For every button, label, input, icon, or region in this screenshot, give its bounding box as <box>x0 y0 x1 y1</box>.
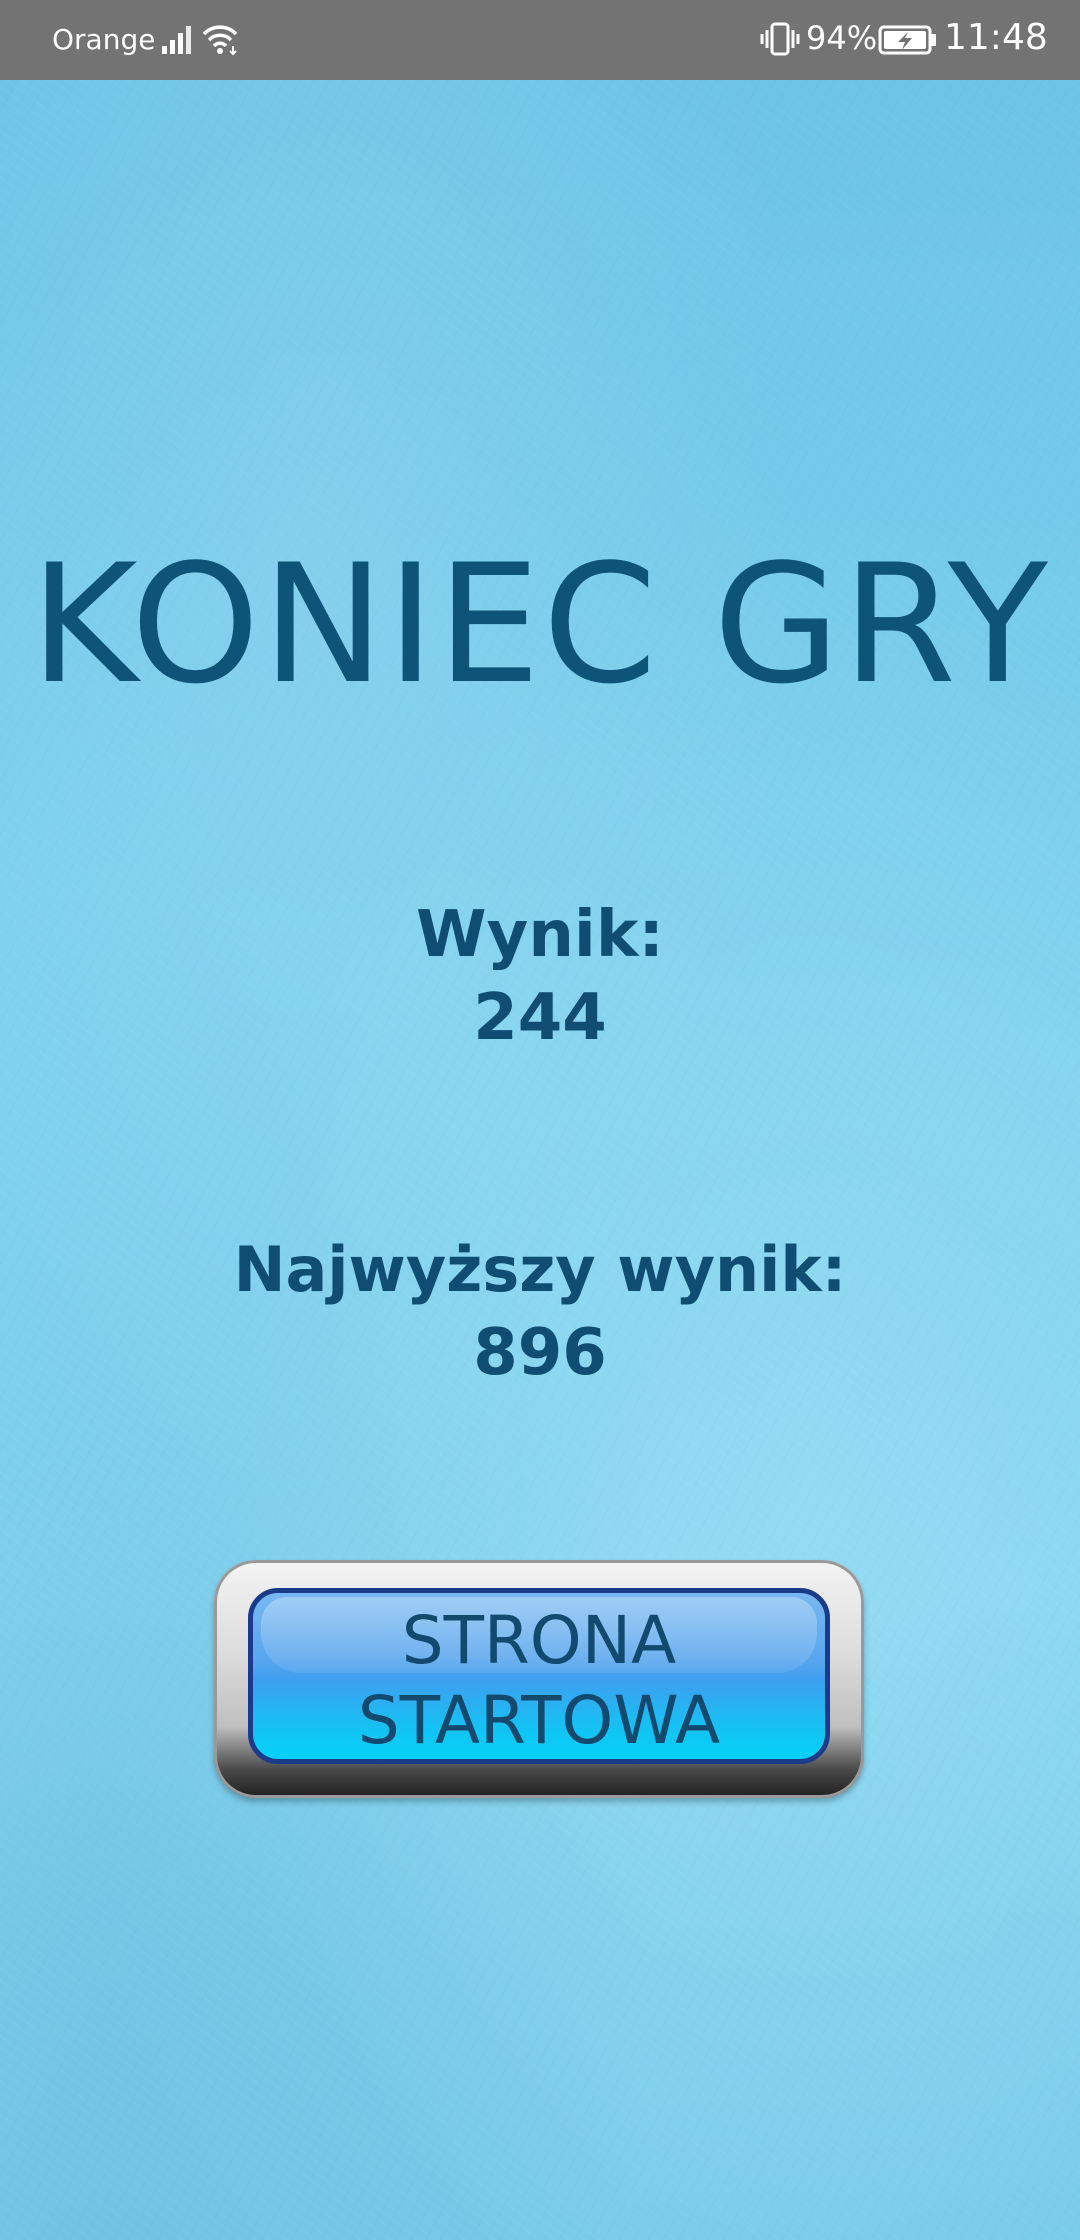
clock: 11:48 <box>944 17 1048 58</box>
score-label: Wynik: <box>416 898 664 972</box>
battery-charging-icon <box>878 25 936 55</box>
high-score-value: 896 <box>473 1316 607 1390</box>
battery-percent: 94% <box>806 19 878 57</box>
home-screen-button-label: STRONA STARTOWA <box>357 1602 721 1759</box>
game-over-title: KONIEC GRY <box>30 529 1050 720</box>
score-value: 244 <box>473 981 607 1055</box>
vibrate-icon <box>760 22 800 56</box>
signal-icon <box>162 26 191 54</box>
status-bar: Orange 94% 11:48 <box>0 0 1080 80</box>
game-background <box>0 80 1080 2240</box>
carrier-name: Orange <box>52 23 156 56</box>
home-screen-button[interactable]: STRONA STARTOWA <box>214 1560 864 1798</box>
home-screen-button-face[interactable]: STRONA STARTOWA <box>248 1588 830 1764</box>
high-score-label: Najwyższy wynik: <box>233 1233 847 1306</box>
wifi-icon <box>202 25 238 56</box>
